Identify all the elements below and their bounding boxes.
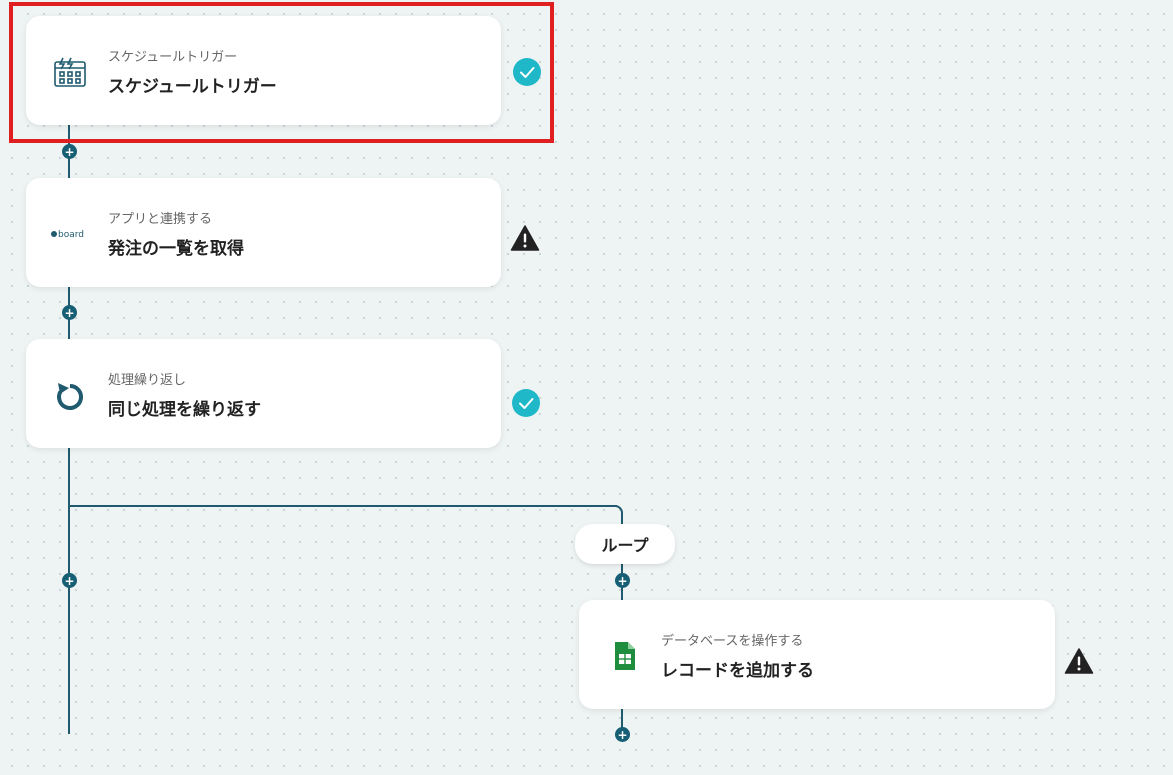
board-logo: board xyxy=(50,216,90,252)
warning-icon xyxy=(510,223,540,253)
step-subtitle: 処理繰り返し xyxy=(108,373,187,388)
step-title: レコードを追加する xyxy=(661,661,814,681)
add-step-button[interactable]: + xyxy=(62,144,77,159)
google-sheets-icon xyxy=(607,638,643,674)
step-title: 発注の一覧を取得 xyxy=(108,239,244,259)
step-card-loop[interactable]: 処理繰り返し 同じ処理を繰り返す xyxy=(26,339,501,448)
selection-highlight xyxy=(9,2,554,143)
step-card-get-orders[interactable]: board アプリと連携する 発注の一覧を取得 xyxy=(26,178,501,287)
warning-icon xyxy=(1064,646,1094,676)
add-step-button[interactable]: + xyxy=(615,727,630,742)
loop-icon xyxy=(52,377,88,413)
connector-branch-h xyxy=(69,505,617,507)
add-step-button[interactable]: + xyxy=(62,573,77,588)
add-step-button[interactable]: + xyxy=(62,305,77,320)
check-icon xyxy=(512,57,542,87)
step-title: 同じ処理を繰り返す xyxy=(108,400,261,420)
step-card-add-record[interactable]: データベースを操作する レコードを追加する xyxy=(579,600,1055,709)
loop-label: ループ xyxy=(575,524,675,564)
step-subtitle: データベースを操作する xyxy=(661,634,804,649)
step-subtitle: アプリと連携する xyxy=(108,212,213,227)
check-icon xyxy=(511,388,541,418)
add-step-button[interactable]: + xyxy=(615,573,630,588)
svg-text:board: board xyxy=(58,230,84,240)
connector-branch-corner xyxy=(605,505,623,519)
